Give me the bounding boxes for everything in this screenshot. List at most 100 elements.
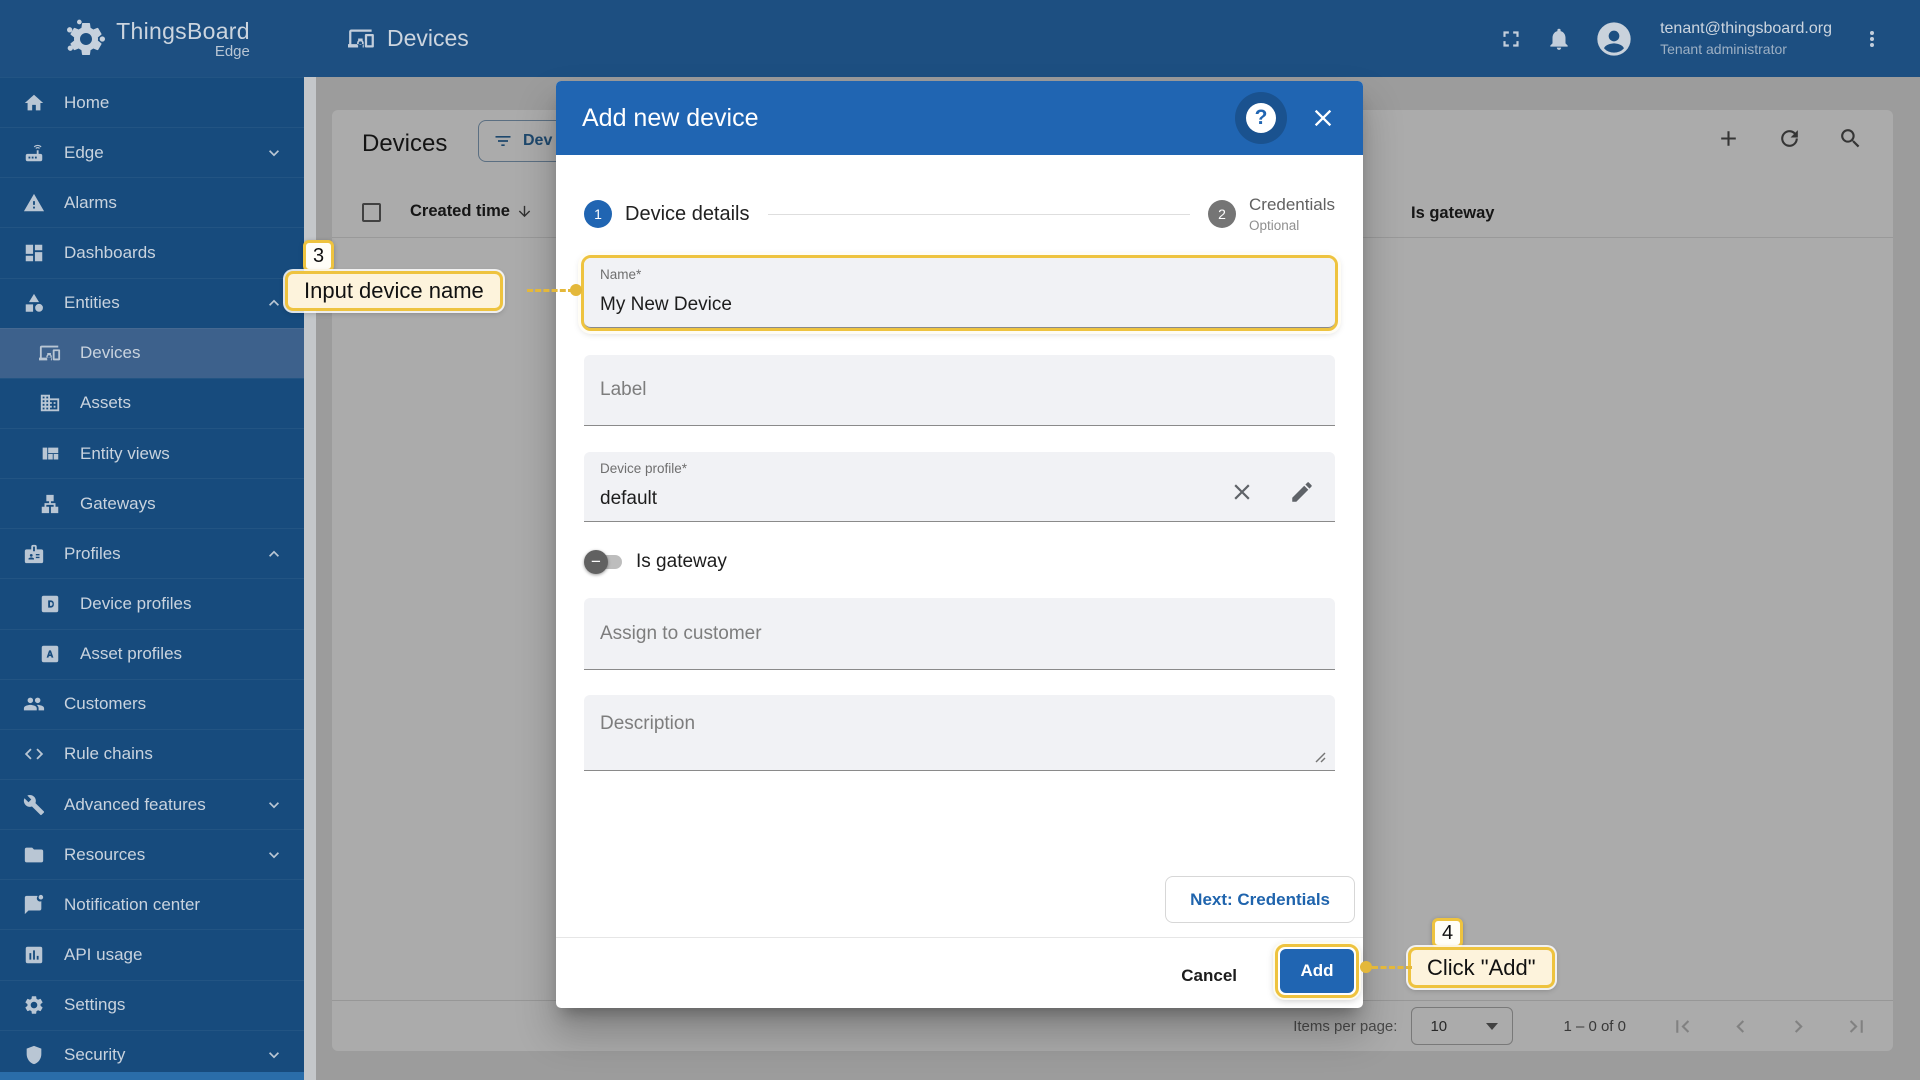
devices-icon	[39, 342, 61, 364]
sidebar-item-home[interactable]: Home	[0, 77, 304, 127]
assign-customer-input[interactable]	[600, 598, 1319, 669]
thingsboard-logo: ThingsBoard Edge	[0, 0, 316, 77]
add-button[interactable]: Add	[1280, 949, 1354, 993]
is-gateway-label: Is gateway	[636, 551, 727, 573]
sidebar-nav: Home Edge Alarms Dashboards Entities Devices A…	[0, 77, 304, 1080]
sidebar-scrollbar[interactable]	[304, 77, 316, 1080]
resize-handle-icon[interactable]	[1315, 752, 1326, 763]
help-button[interactable]: ?	[1235, 92, 1287, 144]
sidebar-item-label: Assets	[80, 393, 131, 413]
sidebar-item-settings[interactable]: Settings	[0, 980, 304, 1030]
api-usage-icon	[23, 944, 45, 966]
description-textarea[interactable]	[600, 713, 1319, 762]
sidebar-item-alarms[interactable]: Alarms	[0, 177, 304, 227]
sidebar-item-profiles[interactable]: Profiles	[0, 528, 304, 578]
sidebar-item-customers[interactable]: Customers	[0, 679, 304, 729]
dialog-stepper: 1 Device details 2 Credentials Optional	[584, 196, 1335, 232]
rule-chains-icon	[23, 743, 45, 765]
device-profile-icon	[39, 593, 61, 615]
cancel-button[interactable]: Cancel	[1173, 955, 1245, 997]
sidebar-item-dashboards[interactable]: Dashboards	[0, 227, 304, 277]
chevron-up-icon	[264, 293, 284, 313]
device-profile-value: default	[600, 488, 1225, 510]
router-icon	[23, 142, 45, 164]
user-email: tenant@thingsboard.org	[1660, 20, 1832, 38]
sidebar-item-label: Entity views	[80, 444, 170, 464]
resources-icon	[23, 844, 45, 866]
assign-customer-field[interactable]	[584, 598, 1335, 670]
sidebar-item-label: API usage	[64, 945, 142, 965]
name-input[interactable]	[600, 294, 1225, 316]
user-role: Tenant administrator	[1660, 41, 1832, 57]
sidebar-item-label: Settings	[64, 995, 125, 1015]
label-field[interactable]	[584, 355, 1335, 426]
annotation-step-4-connector	[1372, 966, 1412, 969]
sidebar-item-label: Asset profiles	[80, 644, 182, 664]
sidebar-item-label: Resources	[64, 845, 145, 865]
home-icon	[23, 92, 45, 114]
page-title-label: Devices	[387, 25, 469, 52]
more-menu-icon[interactable]	[1860, 27, 1884, 51]
name-field-label: Name*	[600, 267, 641, 282]
sidebar-item-label: Notification center	[64, 895, 200, 915]
label-input[interactable]	[600, 355, 1319, 425]
devices-icon	[348, 25, 375, 52]
annotation-step-3-connector	[527, 289, 574, 292]
sidebar-item-label: Dashboards	[64, 243, 156, 263]
advanced-features-icon	[23, 794, 45, 816]
step-2-label: Credentials	[1249, 195, 1335, 215]
chevron-down-icon	[264, 845, 284, 865]
customers-icon	[23, 693, 45, 715]
notifications-bell-icon[interactable]	[1546, 26, 1572, 52]
sidebar-item-rule-chains[interactable]: Rule chains	[0, 729, 304, 779]
edit-pencil-icon[interactable]	[1289, 479, 1315, 505]
sidebar-item-assets[interactable]: Assets	[0, 378, 304, 428]
fullscreen-icon[interactable]	[1498, 26, 1524, 52]
dashboard-icon	[23, 242, 45, 264]
annotation-step-3-dot	[570, 284, 582, 296]
add-new-device-dialog: Add new device ? 1 Device details 2 Cred…	[556, 81, 1363, 1008]
sidebar-item-device-profiles[interactable]: Device profiles	[0, 578, 304, 628]
sidebar-bottom-strip	[0, 1072, 304, 1080]
sidebar-item-label: Alarms	[64, 193, 117, 213]
sidebar-item-advanced-features[interactable]: Advanced features	[0, 779, 304, 829]
thingsboard-logo-icon	[66, 19, 106, 59]
step-2-circle[interactable]: 2	[1208, 200, 1236, 228]
is-gateway-toggle[interactable]: −	[584, 549, 624, 575]
gateways-icon	[39, 493, 61, 515]
step-2-sublabel: Optional	[1249, 218, 1335, 233]
step-1-circle[interactable]: 1	[584, 200, 612, 228]
sidebar-item-label: Home	[64, 93, 109, 113]
sidebar-item-label: Profiles	[64, 544, 121, 564]
sidebar-item-label: Gateways	[80, 494, 156, 514]
entities-icon	[23, 292, 45, 314]
toggle-thumb-minus-icon: −	[584, 550, 608, 574]
sidebar-item-resources[interactable]: Resources	[0, 829, 304, 879]
warning-icon	[23, 192, 45, 214]
sidebar-item-entities[interactable]: Entities	[0, 278, 304, 328]
sidebar-item-asset-profiles[interactable]: Asset profiles	[0, 629, 304, 679]
avatar[interactable]	[1594, 19, 1634, 59]
sidebar-item-api-usage[interactable]: API usage	[0, 929, 304, 979]
device-profile-field[interactable]: Device profile* default	[584, 452, 1335, 522]
next-credentials-button[interactable]: Next: Credentials	[1165, 876, 1355, 923]
sidebar-item-label: Entities	[64, 293, 120, 313]
annotation-step-3-label: Input device name	[285, 271, 503, 311]
add-button-highlight: Add	[1275, 944, 1359, 998]
sidebar-item-notification-center[interactable]: Notification center	[0, 879, 304, 929]
annotation-step-3-badge: 3	[303, 240, 334, 272]
sidebar-item-entity-views[interactable]: Entity views	[0, 428, 304, 478]
close-icon[interactable]	[1309, 104, 1337, 132]
sidebar-item-devices[interactable]: Devices	[0, 328, 304, 378]
top-bar: ThingsBoard Edge Devices tenant@thingsbo…	[0, 0, 1920, 77]
chevron-down-icon	[264, 1045, 284, 1065]
stepper-connector	[768, 214, 1190, 215]
notification-icon	[23, 894, 45, 916]
description-field[interactable]	[584, 695, 1335, 771]
name-field[interactable]: Name*	[584, 258, 1335, 328]
sidebar-item-edge[interactable]: Edge	[0, 127, 304, 177]
logo-title: ThingsBoard	[116, 18, 250, 45]
sidebar-item-gateways[interactable]: Gateways	[0, 478, 304, 528]
annotation-step-4-dot	[1360, 961, 1372, 973]
clear-icon[interactable]	[1229, 479, 1255, 505]
